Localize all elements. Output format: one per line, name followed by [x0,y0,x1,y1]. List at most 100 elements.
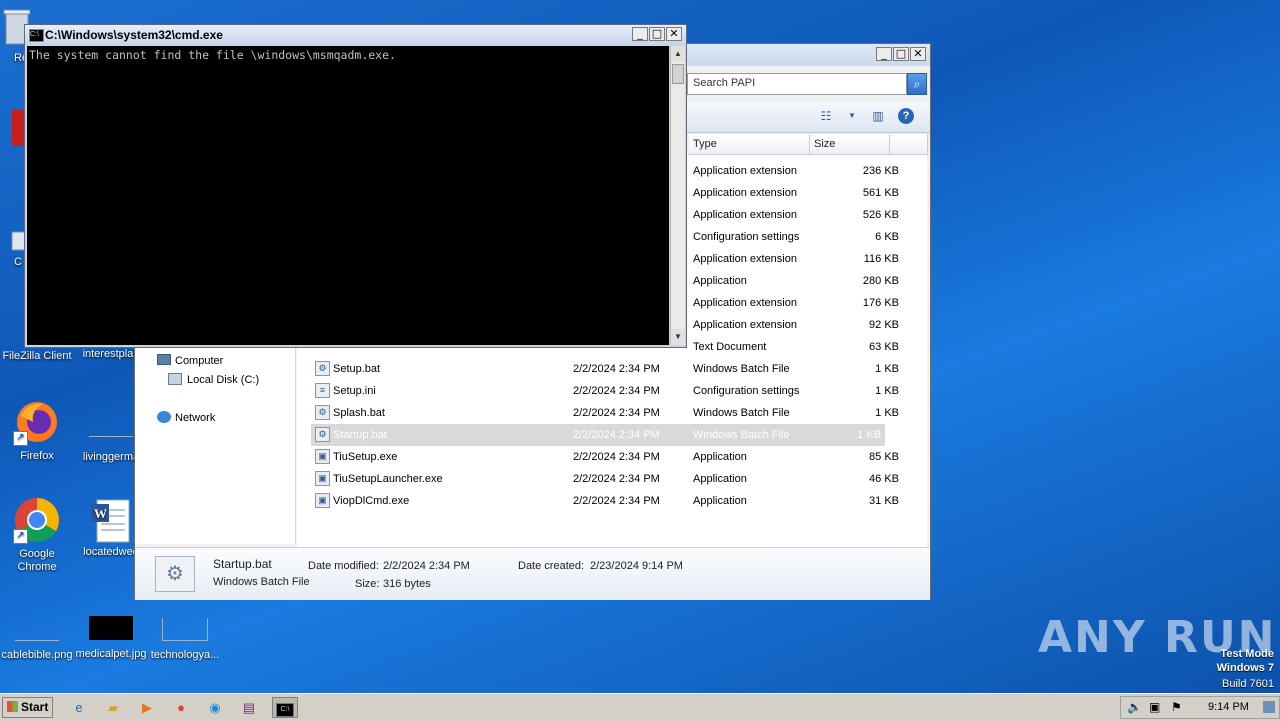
maximize-button[interactable]: □ [649,27,665,41]
file-row[interactable]: ▣ TiuSetup.exe 2/2/2024 2:34 PM Application… [297,446,917,468]
shortcut-arrow-icon: ↗ [13,431,28,446]
console-output[interactable]: The system cannot find the file \windows… [27,46,669,345]
desktop-icon-label: FileZilla Client [2,350,72,362]
file-row[interactable]: ⚙ Startup.bat 2/2/2024 2:34 PM Windows Batc… [311,424,885,446]
file-row[interactable]: ▣ ViopDlCmd.exe 2/2/2024 2:34 PM Applicatio… [297,490,917,512]
batch-file-large-icon: ⚙ [155,556,195,592]
search-input[interactable]: Search PAPI [687,73,907,95]
file-date: 2/2/2024 2:34 PM [573,429,660,441]
details-file-kind: Windows Batch File [213,576,310,588]
desktop-icon-firefox[interactable]: ↗ Firefox [0,398,74,463]
nav-item-network[interactable]: Network [157,411,215,424]
close-button[interactable]: ✕ [666,27,682,41]
details-size-label: Size: [355,578,380,590]
application-icon: ▣ [315,493,330,508]
system-tray: 🔈 ▣ ⚑ [1120,696,1280,719]
file-name: Setup.ini [333,385,376,397]
desktop-icon-cablebible[interactable]: cablebible.png [0,618,74,662]
maximize-button[interactable]: □ [893,47,909,61]
file-size: 176 KB [862,297,899,309]
file-size: 561 KB [862,187,899,199]
column-header-type[interactable]: Type [689,134,810,155]
os-label: Windows 7 [1216,662,1274,674]
help-icon[interactable]: ? [898,108,914,124]
minimize-button[interactable]: _ [876,47,892,61]
nav-item-computer[interactable]: Computer [157,354,223,367]
file-type: Application [693,275,747,287]
search-button[interactable]: ⌕ [907,73,927,95]
cmd-icon: C:\ [29,29,44,42]
file-row[interactable]: ≡ Setup.ini 2/2/2024 2:34 PM Configuration … [297,380,917,402]
window-controls: _ □ ✕ [876,47,926,61]
volume-icon[interactable]: 🔈 [1127,700,1142,714]
scroll-up-arrow-icon[interactable]: ▲ [671,46,685,62]
winrar-icon[interactable]: ▤ [238,697,260,718]
cmd-window[interactable]: C:\ C:\Windows\system32\cmd.exe _ □ ✕ Th… [24,24,687,348]
nav-item-local-disk[interactable]: Local Disk (C:) [168,373,259,386]
image-thumbnail [89,616,133,640]
action-center-flag-icon[interactable]: ⚑ [1171,700,1182,714]
file-size: 1 KB [857,429,881,441]
file-size: 31 KB [869,495,899,507]
file-size: 116 KB [863,253,899,265]
file-type: Application extension [693,253,797,265]
file-row[interactable]: ⚙ Setup.bat 2/2/2024 2:34 PM Windows Batch … [297,358,917,380]
cmd-icon: C:\ [276,702,294,717]
settings-file-icon: ≡ [315,383,330,398]
file-name: Setup.bat [333,363,381,375]
edge-icon[interactable]: ◉ [204,697,226,718]
file-size: 1 KB [875,385,899,397]
scrollbar-thumb[interactable] [672,64,684,84]
column-header-blank[interactable] [890,134,928,155]
file-size: 1 KB [875,407,899,419]
close-button[interactable]: ✕ [910,47,926,61]
details-date-created-label: Date created: [518,560,585,572]
file-row[interactable]: ▣ TiuSetupLauncher.exe 2/2/2024 2:34 PM App… [297,468,917,490]
file-name: Startup.bat [333,429,387,441]
file-type: Text Document [693,341,767,353]
batch-file-icon: ⚙ [315,405,330,420]
file-type: Application extension [693,297,797,309]
media-player-icon[interactable]: ▶ [136,697,158,718]
taskbar-clock[interactable]: 9:14 PM [1208,701,1249,713]
network-status-icon[interactable]: ▣ [1149,700,1160,714]
desktop-icon-technologya[interactable]: technologya... [148,618,222,662]
file-type: Application extension [693,319,797,331]
chevron-down-icon[interactable]: ▼ [843,108,861,124]
desktop-icon-chrome[interactable]: ↗ Google Chrome [0,496,74,574]
file-date: 2/2/2024 2:34 PM [573,495,660,507]
start-button[interactable]: Start [2,697,53,718]
file-date: 2/2/2024 2:34 PM [573,407,660,419]
file-name: TiuSetupLauncher.exe [333,473,443,485]
file-size: 92 KB [869,319,899,331]
cmd-titlebar[interactable]: C:\ C:\Windows\system32\cmd.exe _ □ ✕ [25,25,686,45]
scroll-down-arrow-icon[interactable]: ▼ [671,329,685,345]
file-type: Application [693,473,747,485]
file-date: 2/2/2024 2:34 PM [573,451,660,463]
show-desktop-icon[interactable] [1263,701,1275,713]
console-line: The system cannot find the file \windows… [29,48,396,62]
file-size: 1 KB [875,363,899,375]
minimize-button[interactable]: _ [632,27,648,41]
desktop-icon-label: Firefox [20,450,54,462]
desktop-icon-medicalpet[interactable]: medicalpet.jpg [74,616,148,661]
explorer-icon[interactable]: ▰ [102,697,124,718]
view-options-icon[interactable]: ☷ [817,108,835,124]
desktop-icon-label: technologya... [150,649,220,661]
file-row[interactable]: ⚙ Splash.bat 2/2/2024 2:34 PM Windows Batch… [297,402,917,424]
computer-icon [157,354,171,365]
svg-text:W: W [94,506,107,521]
file-type: Configuration settings [693,231,800,243]
file-size: 6 KB [875,231,899,243]
network-icon [157,411,171,423]
preview-pane-icon[interactable]: ▥ [869,108,887,124]
vertical-scrollbar[interactable]: ▲ ▼ [670,46,685,345]
search-icon: ⌕ [913,77,921,91]
ie-icon[interactable]: e [68,697,90,718]
column-header-size[interactable]: Size [810,134,890,155]
firefox-icon: ↗ [13,398,61,446]
file-size: 236 KB [862,165,899,177]
cmd-icon[interactable]: C:\ [272,697,298,718]
file-type: Windows Batch File [693,363,790,375]
chrome-icon[interactable]: ● [170,697,192,718]
